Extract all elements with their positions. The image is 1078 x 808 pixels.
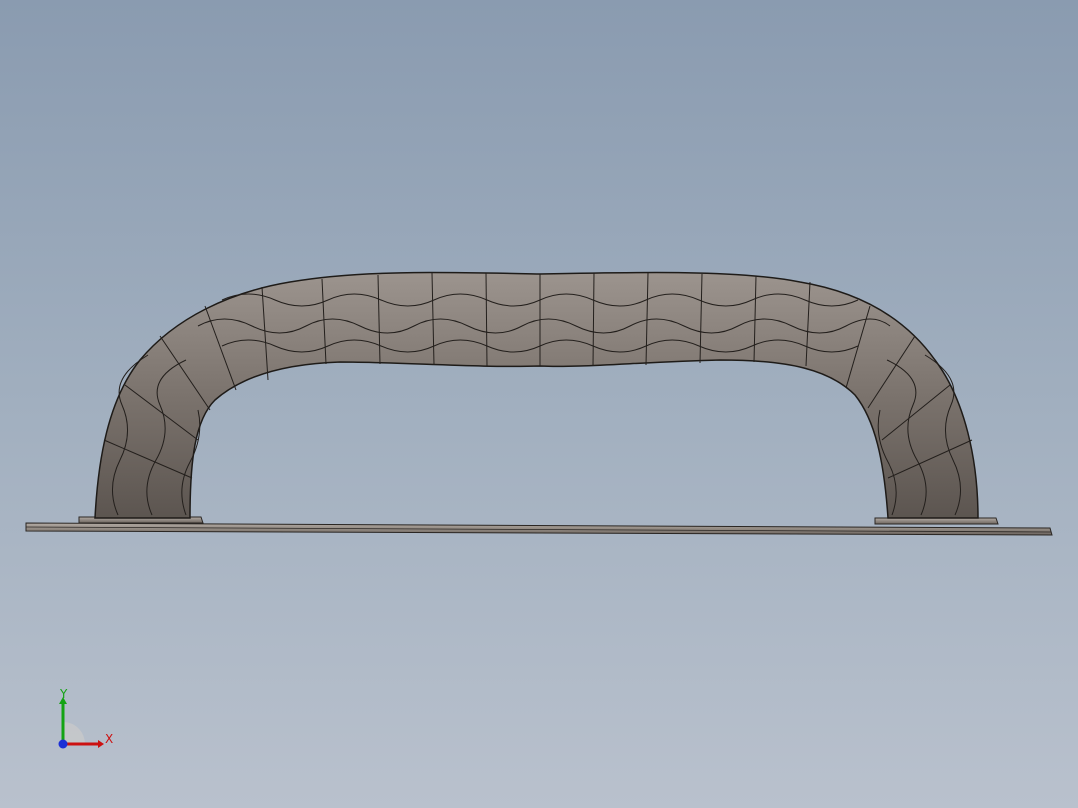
- z-axis-dot: [58, 739, 68, 749]
- y-axis-label: Y: [59, 687, 68, 701]
- base-plate: [25, 516, 1053, 536]
- x-axis-arrowhead: [98, 740, 104, 748]
- coordinate-triad: X Y: [58, 687, 113, 749]
- x-axis-label: X: [105, 732, 113, 746]
- handle-body: [94, 271, 979, 519]
- graphics-viewport[interactable]: X Y: [0, 0, 1078, 808]
- handle-model[interactable]: [0, 0, 1078, 808]
